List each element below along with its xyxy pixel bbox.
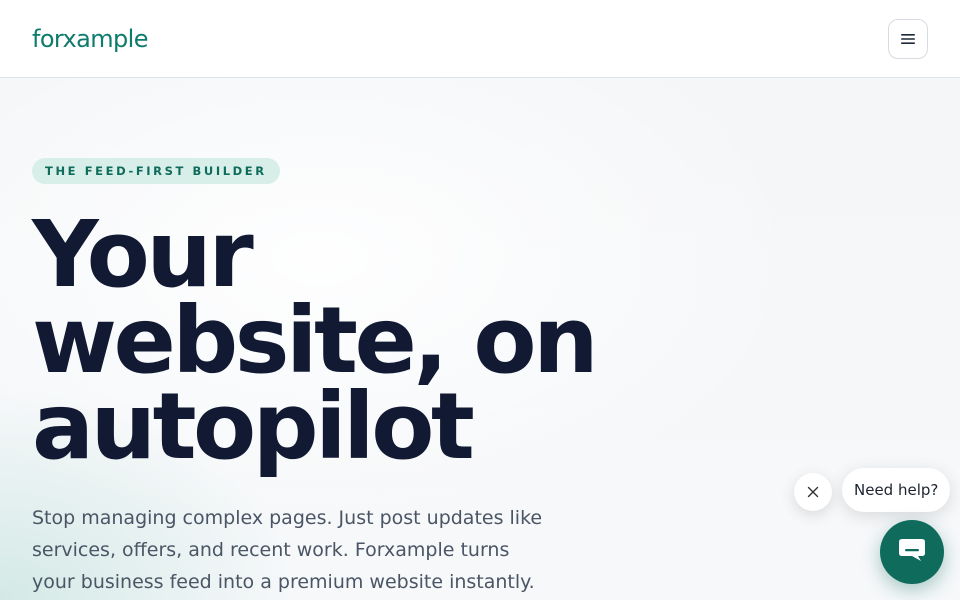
site-header: forxample <box>0 0 960 78</box>
hamburger-menu-icon <box>900 32 916 46</box>
chat-launcher-button[interactable] <box>880 520 944 584</box>
hero-headline: Your website, on autopilot <box>32 209 672 473</box>
chat-prompt-text: Need help? <box>854 481 939 499</box>
headline-line-3: autopilot <box>32 373 475 480</box>
menu-button[interactable] <box>888 18 928 59</box>
chat-prompt-bubble[interactable]: Need help? <box>842 468 951 512</box>
close-icon <box>807 483 819 502</box>
eyebrow-badge: THE FEED-FIRST BUILDER <box>32 158 280 184</box>
page: forxample THE FEED-FIRST BUILDER Your we… <box>0 0 960 600</box>
brand-logo[interactable]: forxample <box>32 25 149 53</box>
chat-bubble-icon <box>897 537 927 567</box>
hero-section: THE FEED-FIRST BUILDER Your website, on … <box>32 158 672 598</box>
chat-close-button[interactable] <box>794 473 832 511</box>
hero-subtext: Stop managing complex pages. Just post u… <box>32 507 543 593</box>
